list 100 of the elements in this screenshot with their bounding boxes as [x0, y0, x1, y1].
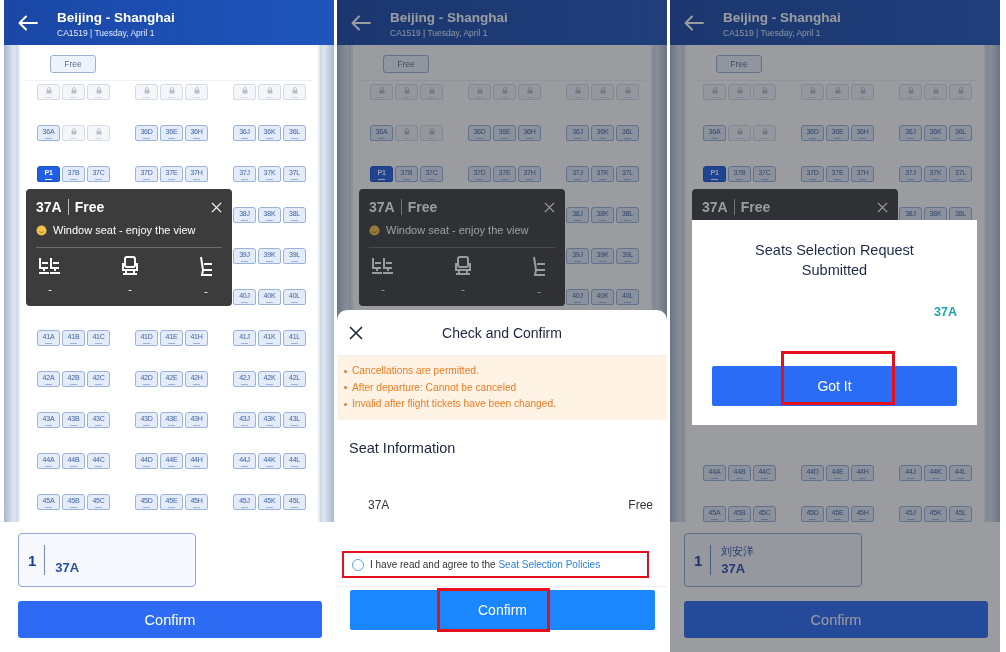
lock-icon [193, 87, 200, 94]
feature-value: - [48, 284, 52, 294]
seat[interactable] [591, 84, 614, 100]
seat[interactable] [924, 84, 947, 100]
popup-seat: 37A [36, 199, 69, 215]
lock-icon [761, 128, 768, 135]
popup-seat: 37A [702, 199, 735, 215]
lock-icon [378, 87, 385, 94]
passenger-card[interactable]: 1 刘安洋 37A [684, 533, 862, 587]
confirm-button[interactable]: Confirm [18, 601, 322, 638]
seat[interactable] [493, 84, 516, 100]
seat[interactable] [283, 84, 306, 100]
seat[interactable] [185, 84, 208, 100]
seat[interactable] [753, 84, 776, 100]
seat-icon [121, 256, 139, 276]
seat[interactable] [949, 84, 972, 100]
seat[interactable] [395, 125, 418, 141]
notice-text: Invalid after flight tickets have been changed. [352, 397, 556, 411]
seat-icon [454, 256, 472, 276]
seat[interactable] [87, 84, 110, 100]
back-arrow-icon[interactable] [18, 14, 38, 31]
seat[interactable] [566, 84, 589, 100]
reclining-seat-icon [531, 256, 547, 278]
back-arrow-icon[interactable] [684, 14, 704, 31]
seat[interactable] [160, 84, 183, 100]
lock-icon [761, 87, 768, 94]
legend-chip: Free [716, 55, 762, 73]
sheet-title: Check and Confirm [442, 324, 562, 341]
passenger-number: 1 [28, 551, 37, 569]
lock-icon [143, 87, 150, 94]
seat[interactable] [801, 84, 824, 100]
lock-icon [476, 87, 483, 94]
close-icon[interactable] [349, 326, 363, 340]
passenger-number: 1 [694, 551, 703, 569]
lock-icon [736, 87, 743, 94]
passenger-seat: 37A [55, 560, 80, 575]
route-title: Beijing - Shanghai [57, 9, 175, 25]
policy-link[interactable]: Seat Selection Policies [498, 559, 601, 570]
seat[interactable] [826, 84, 849, 100]
back-arrow-icon[interactable] [351, 14, 371, 31]
lock-icon [526, 87, 533, 94]
popup-price: Free [73, 199, 105, 215]
confirm-button[interactable]: Confirm [684, 601, 988, 638]
lock-icon [428, 128, 435, 135]
seat[interactable] [62, 125, 85, 141]
popup-price: Free [406, 199, 438, 215]
seat[interactable] [703, 84, 726, 100]
seat[interactable] [468, 84, 491, 100]
lock-icon [957, 87, 964, 94]
lock-icon [574, 87, 581, 94]
popup-price: Free [739, 199, 771, 215]
lock-icon [168, 87, 175, 94]
seat[interactable] [370, 84, 393, 100]
seat[interactable] [37, 84, 60, 100]
seat[interactable] [518, 84, 541, 100]
seat[interactable] [728, 84, 751, 100]
seat[interactable] [851, 84, 874, 100]
seat[interactable] [616, 84, 639, 100]
seat[interactable] [753, 125, 776, 141]
legend-chip: Free [50, 55, 96, 73]
lock-icon [266, 87, 273, 94]
flight-info: CA1519 | Tuesday, April 1 [723, 27, 822, 38]
passenger-card[interactable]: 1 37A [18, 533, 196, 587]
lock-icon [403, 128, 410, 135]
lock-icon [907, 87, 914, 94]
lock-icon [403, 87, 410, 94]
reclining-seat-icon [198, 256, 214, 278]
lock-icon [736, 128, 743, 135]
bullet-icon [344, 386, 347, 390]
seat-number: 37A [368, 497, 390, 512]
lock-icon [95, 87, 102, 94]
seat[interactable] [87, 125, 110, 141]
smiley-icon [369, 224, 380, 236]
seat[interactable] [420, 125, 443, 141]
confirm-button[interactable]: Confirm [350, 590, 655, 630]
feature-value: - [461, 284, 465, 294]
seat[interactable] [258, 84, 281, 100]
seat[interactable] [62, 84, 85, 100]
lock-icon [711, 87, 718, 94]
popup-seat: 37A [369, 199, 402, 215]
seat[interactable] [135, 84, 158, 100]
route-title: Beijing - Shanghai [390, 9, 508, 25]
lock-icon [70, 128, 77, 135]
lock-icon [501, 87, 508, 94]
lock-icon [95, 128, 102, 135]
flight-info: CA1519 | Tuesday, April 1 [57, 27, 156, 38]
lock-icon [45, 87, 52, 94]
got-it-button[interactable]: Got It [712, 366, 957, 406]
seat[interactable] [233, 84, 256, 100]
passenger-name: 刘安洋 [721, 544, 755, 559]
lock-icon [809, 87, 816, 94]
seat[interactable] [395, 84, 418, 100]
feature-value: - [128, 284, 132, 294]
lock-icon [859, 87, 866, 94]
passenger-seat: 37A [721, 561, 755, 576]
lock-icon [834, 87, 841, 94]
notice-text: After departure: Cannot be canceled [352, 380, 517, 395]
seat[interactable] [728, 125, 751, 141]
seat[interactable] [420, 84, 443, 100]
seat[interactable] [899, 84, 922, 100]
